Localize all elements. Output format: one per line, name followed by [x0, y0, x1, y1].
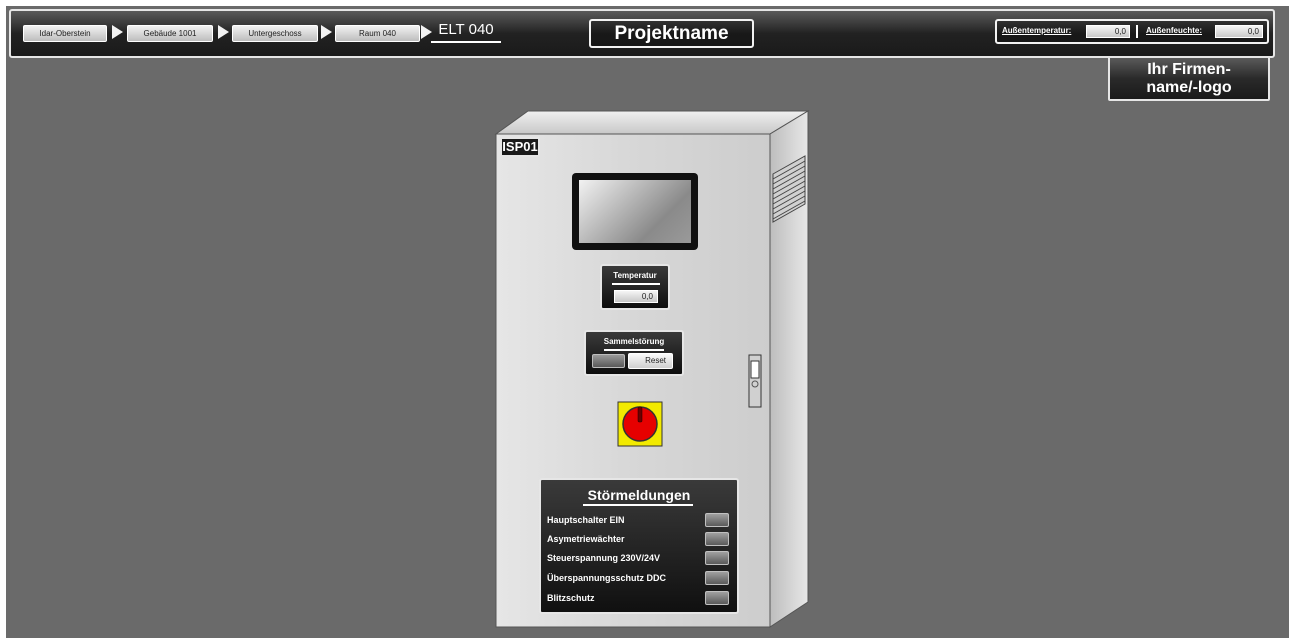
reset-button[interactable]: Reset — [628, 353, 673, 369]
temperature-panel: Temperatur 0,0 — [600, 264, 670, 310]
temperature-underline — [612, 283, 660, 285]
collective-fault-panel: Sammelstörung Reset — [584, 330, 684, 376]
fault-row: Steuerspannung 230V/24V — [547, 550, 733, 568]
outdoor-temp-label: Außentemperatur: — [1002, 26, 1072, 35]
fault-row: Asymetriewächter — [547, 531, 733, 549]
hmi-display[interactable] — [572, 173, 698, 250]
fault-label: Hauptschalter EIN — [547, 515, 625, 525]
temperature-value: 0,0 — [614, 290, 658, 303]
breadcrumb-arrow-icon — [321, 25, 332, 39]
temperature-label: Temperatur — [613, 271, 657, 280]
main-switch-knob — [617, 401, 663, 447]
breadcrumb-item-floor[interactable]: Untergeschoss — [232, 25, 318, 42]
fault-indicator — [705, 591, 729, 605]
company-line-1: Ihr Firmen- — [1147, 61, 1231, 78]
outdoor-humidity-value: 0,0 — [1215, 25, 1263, 38]
fault-messages-panel: Störmeldungen Hauptschalter EIN Asymetri… — [539, 478, 739, 614]
fault-indicator — [705, 513, 729, 527]
breadcrumb-arrow-icon — [112, 25, 123, 39]
collective-fault-indicator — [592, 354, 625, 368]
hmi-display-glass — [579, 180, 691, 243]
fault-messages-underline — [583, 504, 693, 506]
fault-row: Überspannungsschutz DDC — [547, 570, 733, 588]
outdoor-temp-value: 0,0 — [1086, 25, 1130, 38]
company-logo-placeholder: Ihr Firmen- name/-logo — [1108, 56, 1270, 101]
outdoor-humidity-label: Außenfeuchte: — [1146, 26, 1202, 35]
fault-label: Asymetriewächter — [547, 534, 625, 544]
separator — [1136, 25, 1138, 38]
fault-messages-title: Störmeldungen — [587, 487, 691, 503]
plant-view: Idar-Oberstein Gebäude 1001 Untergeschos… — [6, 6, 1289, 638]
fault-label: Blitzschutz — [547, 593, 595, 603]
project-title: Projektname — [589, 19, 754, 48]
company-line-2: name/-logo — [1146, 79, 1232, 96]
breadcrumb-current-underline — [431, 41, 501, 43]
fault-indicator — [705, 571, 729, 585]
breadcrumb-item-building[interactable]: Gebäude 1001 — [127, 25, 213, 42]
top-bar: Idar-Oberstein Gebäude 1001 Untergeschos… — [9, 9, 1275, 58]
collective-fault-underline — [604, 349, 664, 351]
fault-row: Blitzschutz — [547, 590, 733, 608]
fault-label: Steuerspannung 230V/24V — [547, 553, 661, 563]
breadcrumb-item-site[interactable]: Idar-Oberstein — [23, 25, 107, 42]
cabinet-id-label: ISP01 — [500, 137, 540, 157]
fault-row: Hauptschalter EIN — [547, 512, 733, 530]
fault-indicator — [705, 532, 729, 546]
cabinet-top — [494, 110, 810, 135]
collective-fault-label: Sammelstörung — [603, 337, 665, 346]
fault-indicator — [705, 551, 729, 565]
outdoor-conditions: Außentemperatur: 0,0 Außenfeuchte: 0,0 — [995, 19, 1269, 44]
door-handle — [748, 354, 762, 408]
fault-label: Überspannungsschutz DDC — [547, 573, 667, 583]
breadcrumb-item-room[interactable]: Raum 040 — [335, 25, 420, 42]
breadcrumb-arrow-icon — [218, 25, 229, 39]
